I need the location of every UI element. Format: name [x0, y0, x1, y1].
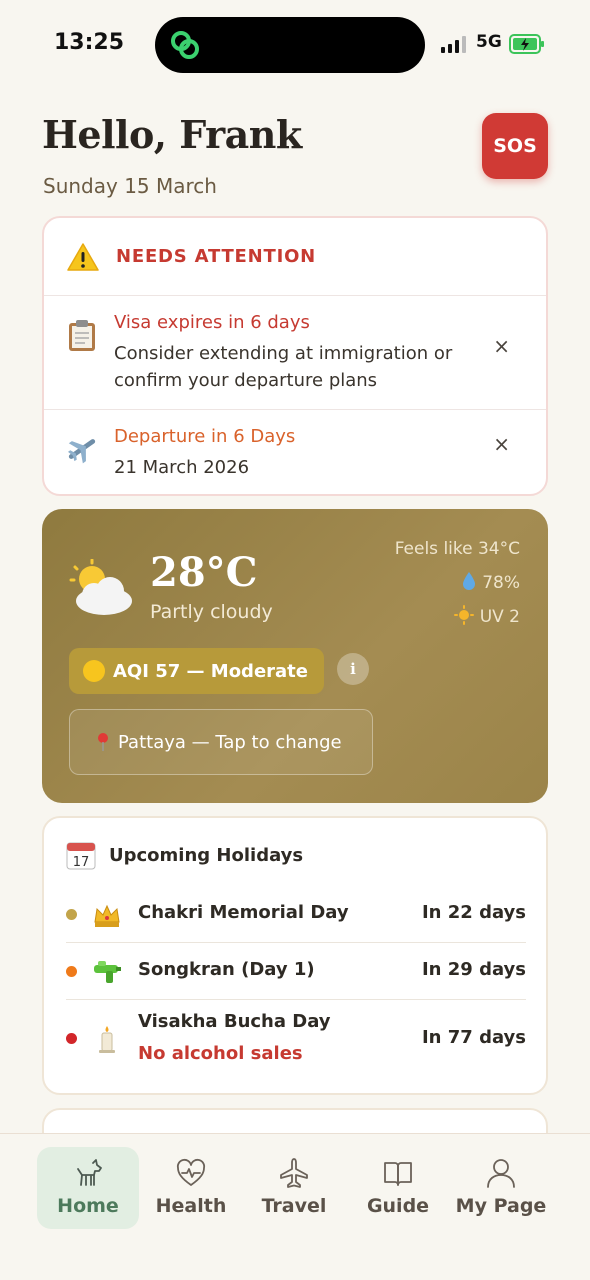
attention-header: NEEDS ATTENTION [44, 218, 546, 296]
tab-label: My Page [455, 1195, 547, 1217]
humidity: 78% [462, 571, 520, 593]
current-date: Sunday 15 March [43, 174, 217, 198]
aqi-info-button[interactable]: i [337, 653, 369, 685]
needs-attention-card: NEEDS ATTENTION Visa expires in 6 days C… [42, 216, 548, 496]
dynamic-island [155, 17, 425, 73]
network-type: 5G [476, 32, 502, 52]
status-bar: 13:25 5G [0, 0, 590, 90]
tab-health[interactable]: Health [140, 1147, 242, 1229]
person-icon [487, 1159, 515, 1188]
tab-guide[interactable]: Guide [347, 1147, 449, 1229]
battery-icon [509, 34, 544, 54]
attention-item-departure[interactable]: Departure in 6 Days 21 March 2026 × [44, 410, 546, 494]
dismiss-departure-button[interactable]: × [493, 432, 510, 456]
airplane-icon [280, 1158, 308, 1188]
attention-item-subtitle: Consider extending at immigration or con… [114, 343, 453, 391]
holiday-name: Songkran (Day 1) [138, 959, 315, 980]
feels-like: Feels like 34°C [394, 539, 520, 559]
holiday-countdown: In 77 days [421, 1027, 526, 1048]
upcoming-holidays-card: 17 Upcoming Holidays Chakri Memorial Day… [42, 816, 548, 1095]
uv-index: UV 2 [453, 605, 520, 627]
holiday-dot [66, 966, 77, 977]
holiday-note: No alcohol sales [138, 1043, 303, 1064]
status-time: 13:25 [54, 30, 125, 55]
candle-icon [99, 1026, 115, 1053]
attention-item-title: Departure in 6 Days [114, 426, 296, 447]
droplet-icon [463, 572, 476, 590]
weather-condition: Partly cloudy [150, 601, 273, 623]
tab-label: Travel [261, 1195, 327, 1217]
aqi-badge[interactable]: AQI 57 — Moderate [69, 648, 324, 694]
change-location-button[interactable]: Pattaya — Tap to change [69, 709, 373, 775]
location-pin-icon [98, 733, 108, 751]
holidays-header: 17 Upcoming Holidays [66, 840, 303, 870]
water-gun-icon [94, 961, 121, 983]
tab-travel[interactable]: Travel [243, 1147, 345, 1229]
airplane-icon [67, 439, 96, 464]
tab-my-page[interactable]: My Page [450, 1147, 552, 1229]
dismiss-visa-button[interactable]: × [493, 334, 510, 358]
holiday-name: Visakha Bucha Day [138, 1011, 331, 1032]
holidays-title: Upcoming Holidays [109, 844, 304, 866]
attention-item-subtitle: 21 March 2026 [114, 457, 250, 478]
holiday-item[interactable]: Chakri Memorial Day In 22 days [66, 886, 526, 943]
sos-button[interactable]: SOS [482, 113, 548, 179]
calendar-icon: 17 [66, 842, 96, 870]
holiday-name: Chakri Memorial Day [138, 902, 349, 923]
signal-icon [441, 35, 466, 53]
holiday-item[interactable]: Visakha Bucha Day No alcohol sales In 77… [66, 1000, 526, 1080]
heart-pulse-icon [176, 1158, 206, 1186]
clipboard-icon [69, 320, 95, 351]
book-icon [384, 1162, 412, 1186]
dog-icon [77, 1159, 102, 1186]
attention-item-visa[interactable]: Visa expires in 6 days Consider extendin… [44, 296, 546, 410]
tab-label: Health [155, 1195, 227, 1217]
tab-home[interactable]: Home [37, 1147, 139, 1229]
uv-value: UV 2 [479, 607, 520, 627]
greeting-title: Hello, Frank [42, 112, 302, 157]
partly-cloudy-icon [69, 559, 132, 615]
holiday-countdown: In 29 days [421, 959, 526, 980]
attention-title: NEEDS ATTENTION [116, 246, 317, 267]
warning-icon [67, 242, 99, 271]
holiday-countdown: In 22 days [421, 902, 526, 923]
sun-icon [453, 605, 474, 625]
attention-item-title: Visa expires in 6 days [114, 312, 310, 333]
holiday-dot [66, 1033, 77, 1044]
aqi-label: AQI 57 — Moderate [113, 660, 308, 682]
crown-icon [94, 904, 120, 927]
tab-label: Guide [366, 1195, 430, 1217]
link-icon [171, 31, 199, 59]
svg-text:17: 17 [73, 855, 90, 870]
holiday-item[interactable]: Songkran (Day 1) In 29 days [66, 943, 526, 1000]
temperature: 28°C [150, 549, 258, 596]
aqi-status-icon [83, 660, 105, 682]
humidity-value: 78% [482, 573, 520, 593]
weather-card: 28°C Partly cloudy Feels like 34°C 78% U… [42, 509, 548, 803]
bottom-tab-bar: Home Health Travel Guide My Page [0, 1133, 590, 1280]
holiday-dot [66, 909, 77, 920]
location-label: Pattaya — Tap to change [118, 731, 342, 753]
tab-label: Home [57, 1195, 119, 1217]
